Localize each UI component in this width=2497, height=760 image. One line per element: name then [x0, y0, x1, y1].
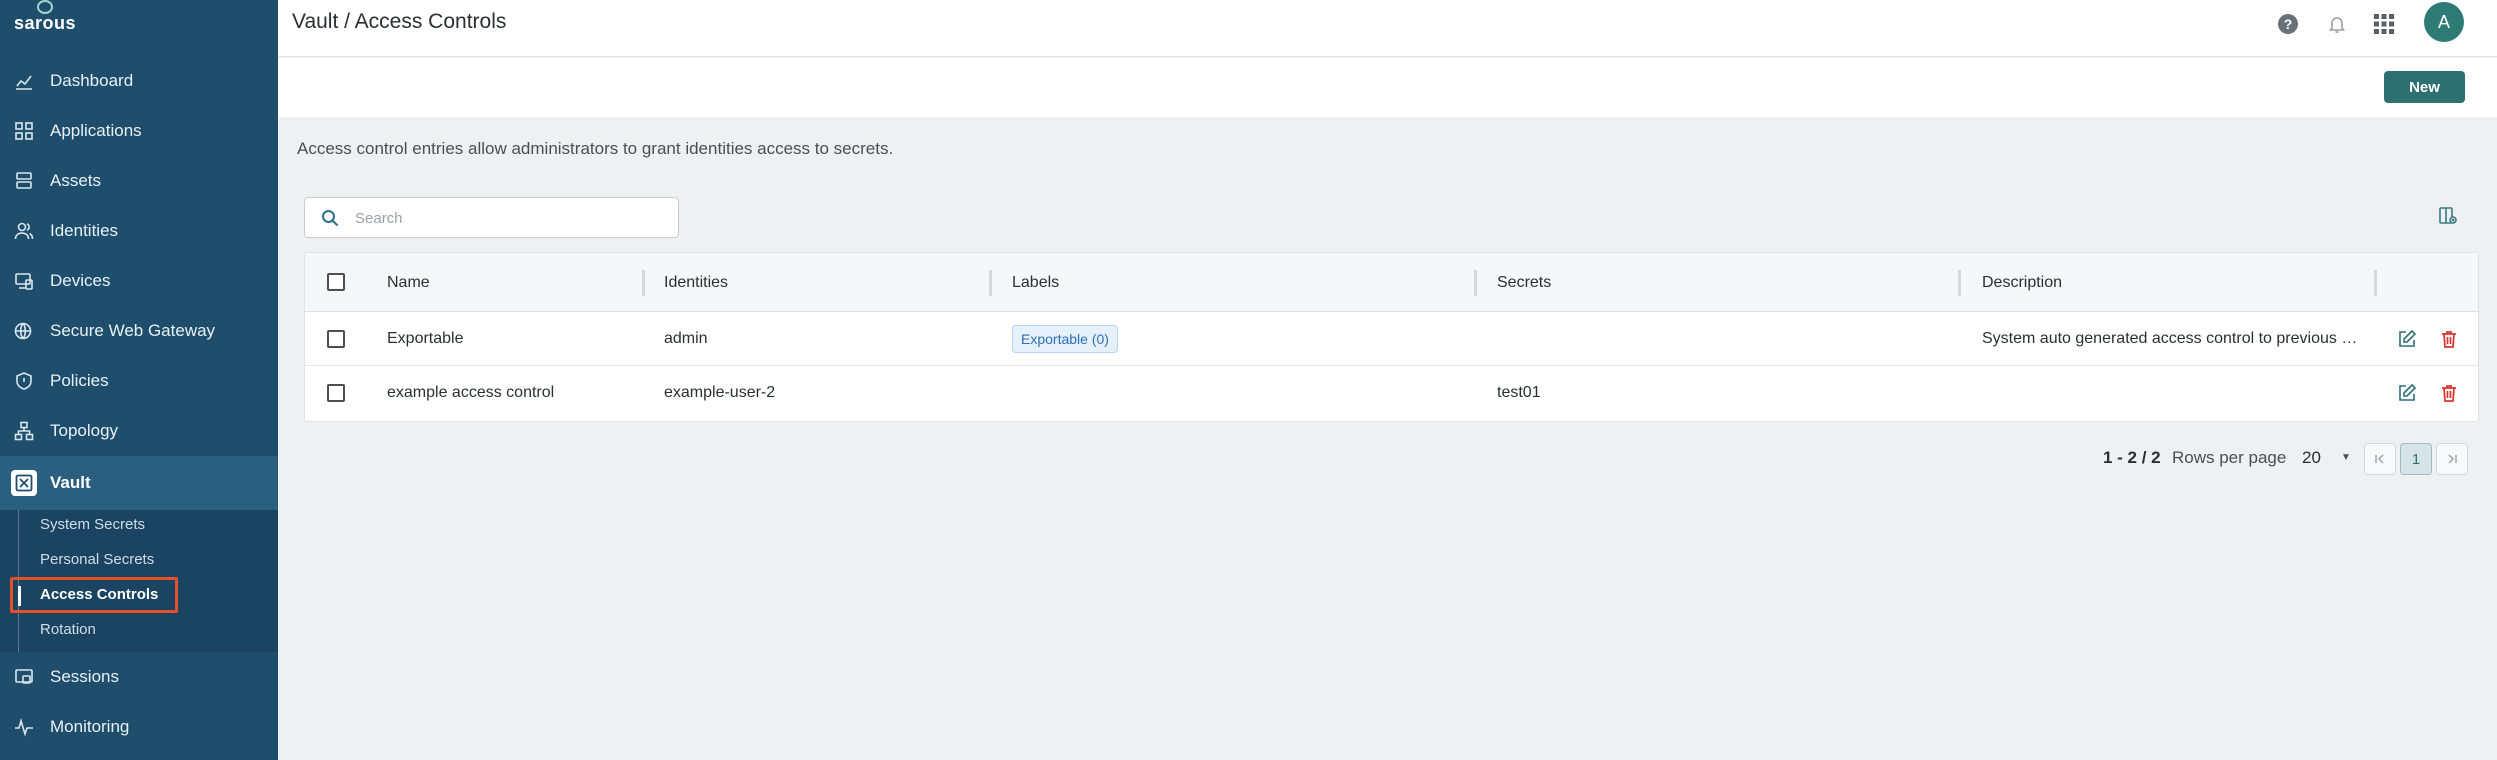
edit-icon[interactable]	[2397, 383, 2417, 403]
new-button[interactable]: New	[2384, 71, 2465, 103]
table-header: Name Identities Labels Secrets Descripti…	[305, 253, 2478, 312]
row-checkbox[interactable]	[327, 384, 345, 402]
sidebar: sarous Dashboard Applications Assets Ide…	[0, 0, 278, 760]
server-icon	[14, 171, 34, 191]
cell-description	[1982, 366, 2361, 420]
logo-text: sarous	[14, 13, 77, 33]
logo[interactable]: sarous	[14, 0, 76, 38]
column-header-secrets[interactable]: Secrets	[1497, 253, 1551, 312]
svg-text:?: ?	[2284, 16, 2293, 32]
sidebar-item-label: Secure Web Gateway	[50, 321, 216, 340]
avatar[interactable]: A	[2424, 2, 2464, 42]
table-row[interactable]: Exportable admin Exportable (0) System a…	[305, 312, 2478, 366]
cell-description: System auto generated access control to …	[1982, 330, 2361, 347]
sidebar-item-label: Dashboard	[50, 71, 134, 90]
first-page-button[interactable]	[2364, 443, 2396, 475]
top-bar: Vault / Access Controls ? A	[278, 0, 2497, 57]
column-resizer[interactable]	[2374, 270, 2377, 296]
shield-icon	[14, 371, 34, 391]
cell-identities: example-user-2	[664, 384, 776, 401]
select-all-checkbox[interactable]	[327, 273, 345, 291]
column-header-labels[interactable]: Labels	[1012, 253, 1059, 312]
edit-icon[interactable]	[2397, 329, 2417, 349]
cell-secrets: test01	[1497, 384, 1541, 401]
column-settings-icon[interactable]	[2438, 206, 2460, 228]
cell-identities: admin	[664, 330, 708, 347]
sidebar-item-label: Devices	[50, 271, 111, 290]
sidebar-item-label: Assets	[50, 171, 102, 190]
logo-mark-icon	[37, 0, 54, 14]
sidebar-item-label: Identities	[50, 221, 119, 240]
column-header-identities[interactable]: Identities	[664, 253, 728, 312]
current-page-button[interactable]: 1	[2400, 443, 2432, 475]
sidebar-item-label: Applications	[50, 121, 142, 140]
sidebar-item-secure-web-gateway[interactable]: Secure Web Gateway	[0, 306, 278, 356]
search-box	[304, 197, 679, 238]
sidebar-item-identities[interactable]: Identities	[0, 206, 278, 256]
dashboard-chart-icon	[14, 71, 34, 91]
apps-grid-icon[interactable]	[2372, 12, 2396, 36]
sidebar-subitem-personal-secrets[interactable]: Personal Secrets	[40, 549, 154, 571]
column-header-name[interactable]: Name	[387, 253, 430, 312]
devices-icon	[14, 271, 34, 291]
sidebar-item-dashboard[interactable]: Dashboard	[0, 56, 278, 106]
sidebar-item-devices[interactable]: Devices	[0, 256, 278, 306]
sessions-icon	[14, 667, 34, 687]
pulse-icon	[14, 717, 34, 737]
sidebar-subitem-access-controls[interactable]: Access Controls	[40, 584, 158, 606]
breadcrumb: Vault / Access Controls	[292, 10, 507, 33]
sidebar-item-applications[interactable]: Applications	[0, 106, 278, 156]
topology-icon	[14, 421, 34, 441]
search-icon	[321, 209, 339, 232]
sidebar-item-topology[interactable]: Topology	[0, 406, 278, 456]
search-input[interactable]	[355, 206, 655, 230]
sidebar-subitem-system-secrets[interactable]: System Secrets	[40, 514, 145, 536]
sidebar-item-assets[interactable]: Assets	[0, 156, 278, 206]
caret-down-icon[interactable]: ▼	[2341, 452, 2351, 463]
grid-icon	[14, 121, 34, 141]
bell-icon[interactable]	[2325, 12, 2349, 36]
cell-name: example access control	[387, 384, 555, 401]
column-resizer[interactable]	[989, 270, 992, 296]
rows-per-page-label: Rows per page	[2172, 448, 2287, 467]
delete-icon[interactable]	[2439, 329, 2459, 349]
sidebar-item-label: Monitoring	[50, 717, 130, 736]
cell-name: Exportable	[387, 330, 464, 347]
users-icon	[14, 221, 34, 241]
access-controls-table: Name Identities Labels Secrets Descripti…	[304, 252, 2479, 422]
sidebar-item-label: Vault	[50, 473, 91, 492]
column-resizer[interactable]	[1958, 270, 1961, 296]
last-page-button[interactable]	[2436, 443, 2468, 475]
row-checkbox[interactable]	[327, 330, 345, 348]
last-page-icon	[2448, 454, 2457, 464]
column-header-description[interactable]: Description	[1982, 253, 2062, 312]
sidebar-item-label: Sessions	[50, 667, 119, 686]
sidebar-item-label: Policies	[50, 371, 109, 390]
sidebar-item-policies[interactable]: Policies	[0, 356, 278, 406]
sidebar-subitem-rotation[interactable]: Rotation	[40, 619, 96, 641]
delete-icon[interactable]	[2439, 383, 2459, 403]
column-resizer[interactable]	[642, 270, 645, 296]
help-icon[interactable]: ?	[2276, 12, 2300, 36]
cell-secrets	[1497, 312, 1947, 366]
table-row[interactable]: example access control example-user-2 te…	[305, 366, 2478, 420]
pagination-range: 1 - 2 / 2	[2103, 448, 2161, 467]
action-bar: New	[278, 58, 2497, 117]
sidebar-item-sessions[interactable]: Sessions	[0, 652, 278, 702]
sidebar-item-monitoring[interactable]: Monitoring	[0, 702, 278, 752]
page-description: Access control entries allow administrat…	[297, 139, 894, 158]
sidebar-item-vault[interactable]: Vault	[0, 456, 278, 510]
vault-icon	[11, 470, 37, 496]
first-page-icon	[2375, 454, 2384, 464]
rows-per-page-select[interactable]: 20	[2302, 448, 2321, 468]
label-chip[interactable]: Exportable (0)	[1012, 325, 1118, 353]
active-indicator-bar	[18, 586, 21, 606]
sidebar-item-label: Topology	[50, 421, 119, 440]
column-resizer[interactable]	[1474, 270, 1477, 296]
globe-shield-icon	[14, 321, 34, 341]
